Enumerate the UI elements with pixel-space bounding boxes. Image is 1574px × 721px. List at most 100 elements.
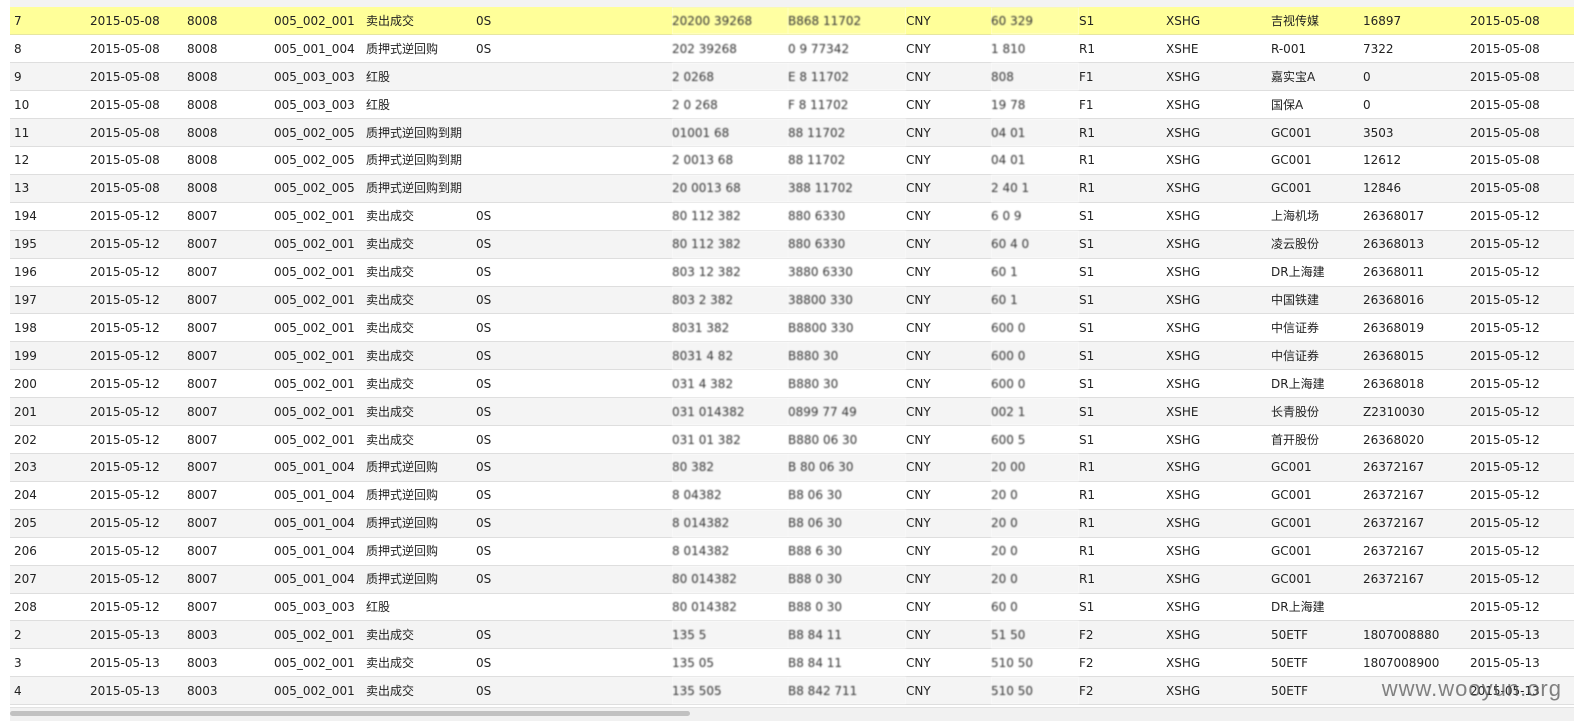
cell-security-code: 20 0: [991, 509, 1079, 538]
cell-flag: 0S: [476, 509, 672, 538]
table-row[interactable]: 197 2015-05-12 8007 005_002_001 卖出成交 0S 803 2 …: [10, 286, 1574, 315]
table-row[interactable]: 199 2015-05-12 8007 005_002_001 卖出成交 0S 8031 4…: [10, 341, 1574, 371]
cell-security-name: GC001: [1271, 565, 1363, 594]
cell-contract-no: 26368015: [1363, 341, 1470, 371]
table-row[interactable]: 195 2015-05-12 8007 005_002_001 卖出成交 0S 80 112…: [10, 230, 1574, 259]
cell-security-code: 51 50: [991, 620, 1079, 650]
table-row[interactable]: 204 2015-05-12 8007 005_001_004 质押式逆回购 0S 8 04…: [10, 481, 1574, 510]
cell-exchange: XSHG: [1166, 565, 1271, 594]
table-row[interactable]: 8 2015-05-08 8008 005_001_004 质押式逆回购 0S 202 39…: [10, 34, 1574, 64]
watermark: www.wooyun.org: [1381, 676, 1562, 701]
cell-row-id: 200: [10, 369, 90, 399]
horizontal-scrollbar[interactable]: [10, 707, 1574, 721]
cell-op-name: 质押式逆回购: [366, 481, 476, 510]
cell-op-name: 质押式逆回购到期: [366, 174, 476, 203]
cell-contract-no: 26368013: [1363, 230, 1470, 259]
cell-op-code: 005_002_001: [274, 286, 366, 315]
table-row[interactable]: 202 2015-05-12 8007 005_002_001 卖出成交 0S 031 01…: [10, 425, 1574, 454]
cell-exchange: XSHG: [1166, 648, 1271, 678]
cell-row-id: 8: [10, 34, 90, 64]
cell-settle-date: 2015-05-12: [1470, 258, 1574, 287]
cell-seat: R1: [1079, 34, 1166, 64]
table-row[interactable]: 205 2015-05-12 8007 005_001_004 质押式逆回购 0S 8 01…: [10, 509, 1574, 538]
table-row[interactable]: 2 2015-05-13 8003 005_002_001 卖出成交 0S 135 5 B8 …: [10, 620, 1574, 650]
cell-flag: 0S: [476, 202, 672, 231]
table-row[interactable]: 208 2015-05-12 8007 005_003_003 红股 80 014382 B…: [10, 593, 1574, 622]
cell-op-code: 005_002_001: [274, 202, 366, 231]
cell-currency: CNY: [906, 7, 991, 36]
cell-contract-no: 0: [1363, 62, 1470, 92]
table-row[interactable]: 12 2015-05-08 8008 005_002_005 质押式逆回购到期 2 001…: [10, 146, 1574, 175]
cell-date: 2015-05-08: [90, 34, 187, 64]
cell-op-code: 005_002_001: [274, 620, 366, 650]
cell-settle-date: 2015-05-08: [1470, 174, 1574, 203]
cell-holder-account: B8 842 711: [788, 676, 906, 706]
cell-holder-account: B 80 06 30: [788, 453, 906, 482]
cell-security-name: 国保A: [1271, 90, 1363, 120]
cell-op-name: 卖出成交: [366, 7, 476, 36]
cell-exchange: XSHG: [1166, 313, 1271, 343]
cell-row-id: 194: [10, 202, 90, 231]
cell-exchange: XSHG: [1166, 620, 1271, 650]
cell-op-code: 005_003_003: [274, 90, 366, 120]
table-row[interactable]: 13 2015-05-08 8008 005_002_005 质押式逆回购到期 20 00…: [10, 174, 1574, 203]
cell-op-code: 005_002_001: [274, 7, 366, 36]
cell-op-name: 卖出成交: [366, 286, 476, 315]
cell-row-id: 9: [10, 62, 90, 92]
cell-flag: 0S: [476, 453, 672, 482]
cell-flag: 0S: [476, 676, 672, 706]
cell-exchange: XSHE: [1166, 34, 1271, 64]
table-row[interactable]: 11 2015-05-08 8008 005_002_005 质押式逆回购到期 01001…: [10, 118, 1574, 148]
cell-op-name: 质押式逆回购: [366, 509, 476, 538]
cell-contract-no: 26368011: [1363, 258, 1470, 287]
cell-op-code: 005_001_004: [274, 509, 366, 538]
cell-holder-account: E 8 11702: [788, 62, 906, 92]
table-row[interactable]: 3 2015-05-13 8003 005_002_001 卖出成交 0S 135 05 B8…: [10, 648, 1574, 678]
scrollbar-thumb[interactable]: [10, 711, 690, 716]
cell-op-code: 005_002_001: [274, 258, 366, 287]
cell-exchange: XSHG: [1166, 537, 1271, 566]
cell-settle-date: 2015-05-12: [1470, 425, 1574, 454]
cell-contract-no: 26368017: [1363, 202, 1470, 231]
cell-date: 2015-05-12: [90, 509, 187, 538]
cell-security-name: 长青股份: [1271, 397, 1363, 427]
table-row[interactable]: 200 2015-05-12 8007 005_002_001 卖出成交 0S 031 4 …: [10, 369, 1574, 399]
cell-security-code: 04 01: [991, 146, 1079, 175]
table-row[interactable]: 9 2015-05-08 8008 005_003_003 红股 2 0268 E 8 11…: [10, 62, 1574, 92]
cell-seat: S1: [1079, 258, 1166, 287]
cell-settle-date: 2015-05-13: [1470, 648, 1574, 678]
cell-currency: CNY: [906, 286, 991, 315]
cell-security-name: 50ETF: [1271, 648, 1363, 678]
cell-account: 80 112 382: [672, 230, 788, 259]
cell-security-name: R-001: [1271, 34, 1363, 64]
table-row[interactable]: 10 2015-05-08 8008 005_003_003 红股 2 0 268 F 8 …: [10, 90, 1574, 120]
table-row[interactable]: 206 2015-05-12 8007 005_001_004 质押式逆回购 0S 8 01…: [10, 537, 1574, 566]
cell-settle-date: 2015-05-12: [1470, 369, 1574, 399]
cell-account: 2 0013 68: [672, 146, 788, 175]
table-row[interactable]: 7 2015-05-08 8008 005_002_001 卖出成交 0S 20200 39…: [10, 7, 1574, 36]
cell-row-id: 7: [10, 7, 90, 36]
cell-branch-code: 8007: [187, 286, 274, 315]
table-row[interactable]: 201 2015-05-12 8007 005_002_001 卖出成交 0S 031 01…: [10, 397, 1574, 427]
table-row[interactable]: 4 2015-05-13 8003 005_002_001 卖出成交 0S 135 505 B…: [10, 676, 1574, 706]
cell-exchange: XSHG: [1166, 509, 1271, 538]
table-row[interactable]: 207 2015-05-12 8007 005_001_004 质押式逆回购 0S 80 0…: [10, 565, 1574, 594]
cell-holder-account: B8 06 30: [788, 509, 906, 538]
cell-currency: CNY: [906, 620, 991, 650]
cell-op-code: 005_002_001: [274, 341, 366, 371]
cell-exchange: XSHG: [1166, 174, 1271, 203]
cell-contract-no: 26372167: [1363, 453, 1470, 482]
cell-seat: R1: [1079, 453, 1166, 482]
cell-branch-code: 8007: [187, 453, 274, 482]
table-row[interactable]: 198 2015-05-12 8007 005_002_001 卖出成交 0S 8031 3…: [10, 313, 1574, 343]
cell-currency: CNY: [906, 481, 991, 510]
cell-branch-code: 8007: [187, 369, 274, 399]
cell-security-code: 20 0: [991, 537, 1079, 566]
cell-account: 80 014382: [672, 593, 788, 622]
table-row[interactable]: 203 2015-05-12 8007 005_001_004 质押式逆回购 0S 80 3…: [10, 453, 1574, 482]
table-row[interactable]: 194 2015-05-12 8007 005_002_001 卖出成交 0S 80 112…: [10, 202, 1574, 231]
cell-seat: S1: [1079, 425, 1166, 454]
table-row[interactable]: 196 2015-05-12 8007 005_002_001 卖出成交 0S 803 12…: [10, 258, 1574, 287]
cell-contract-no: 26368019: [1363, 313, 1470, 343]
cell-settle-date: 2015-05-12: [1470, 509, 1574, 538]
